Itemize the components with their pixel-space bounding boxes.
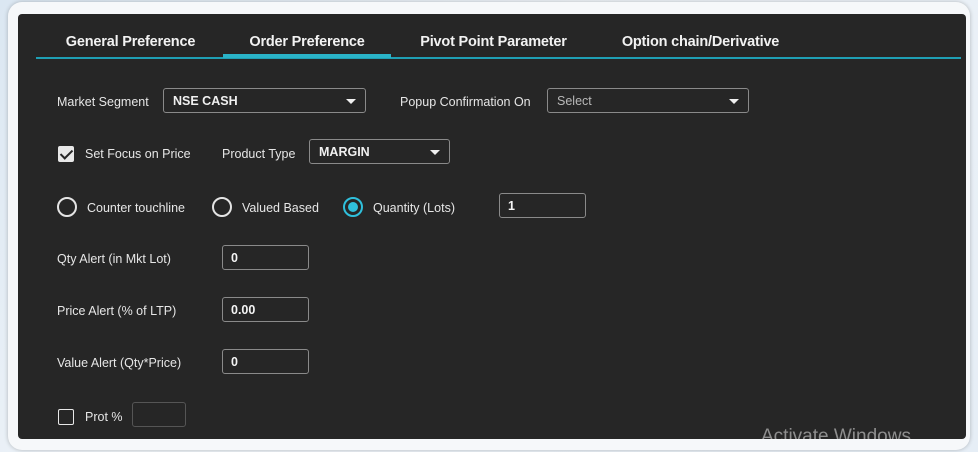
quantity-lots-label: Quantity (Lots) xyxy=(373,201,455,215)
valued-based-label: Valued Based xyxy=(242,201,319,215)
set-focus-price-label: Set Focus on Price xyxy=(85,147,191,161)
value-alert-input[interactable]: 0 xyxy=(222,349,309,374)
tab-bar: General Preference Order Preference Pivo… xyxy=(18,14,966,59)
tab-general-preference[interactable]: General Preference xyxy=(48,34,213,56)
chevron-down-icon xyxy=(346,99,356,104)
value-alert-label: Value Alert (Qty*Price) xyxy=(57,356,182,370)
quantity-lots-input[interactable]: 1 xyxy=(499,193,586,218)
product-type-value: MARGIN xyxy=(319,145,370,159)
qty-alert-input[interactable]: 0 xyxy=(222,245,309,270)
product-type-label: Product Type xyxy=(222,147,296,161)
market-segment-value: NSE CASH xyxy=(173,94,238,108)
popup-confirmation-select[interactable]: Select xyxy=(547,88,749,113)
tab-pivot-point-parameter[interactable]: Pivot Point Parameter xyxy=(401,34,586,56)
tab-underline xyxy=(36,57,961,59)
active-tab-indicator xyxy=(223,54,391,58)
tab-order-preference[interactable]: Order Preference xyxy=(223,34,391,56)
prot-checkbox[interactable] xyxy=(58,409,74,425)
market-segment-select[interactable]: NSE CASH xyxy=(163,88,366,113)
radio-quantity-lots[interactable] xyxy=(343,197,363,217)
activate-windows-watermark: Activate Windows xyxy=(761,426,911,439)
market-segment-label: Market Segment xyxy=(57,95,149,109)
product-type-select[interactable]: MARGIN xyxy=(309,139,450,164)
prot-input[interactable] xyxy=(132,402,186,427)
order-preference-panel: General Preference Order Preference Pivo… xyxy=(18,14,966,439)
radio-valued-based[interactable] xyxy=(212,197,232,217)
price-alert-label: Price Alert (% of LTP) xyxy=(57,304,177,318)
prot-label: Prot % xyxy=(85,410,123,424)
chevron-down-icon xyxy=(729,99,739,104)
set-focus-price-checkbox[interactable] xyxy=(58,146,74,162)
qty-alert-label: Qty Alert (in Mkt Lot) xyxy=(57,252,171,266)
radio-counter-touchline[interactable] xyxy=(57,197,77,217)
popup-confirmation-label: Popup Confirmation On xyxy=(400,95,531,109)
counter-touchline-label: Counter touchline xyxy=(87,201,185,215)
tab-option-chain-derivative[interactable]: Option chain/Derivative xyxy=(598,34,803,56)
chevron-down-icon xyxy=(430,150,440,155)
price-alert-input[interactable]: 0.00 xyxy=(222,297,309,322)
popup-confirmation-placeholder: Select xyxy=(557,94,592,108)
